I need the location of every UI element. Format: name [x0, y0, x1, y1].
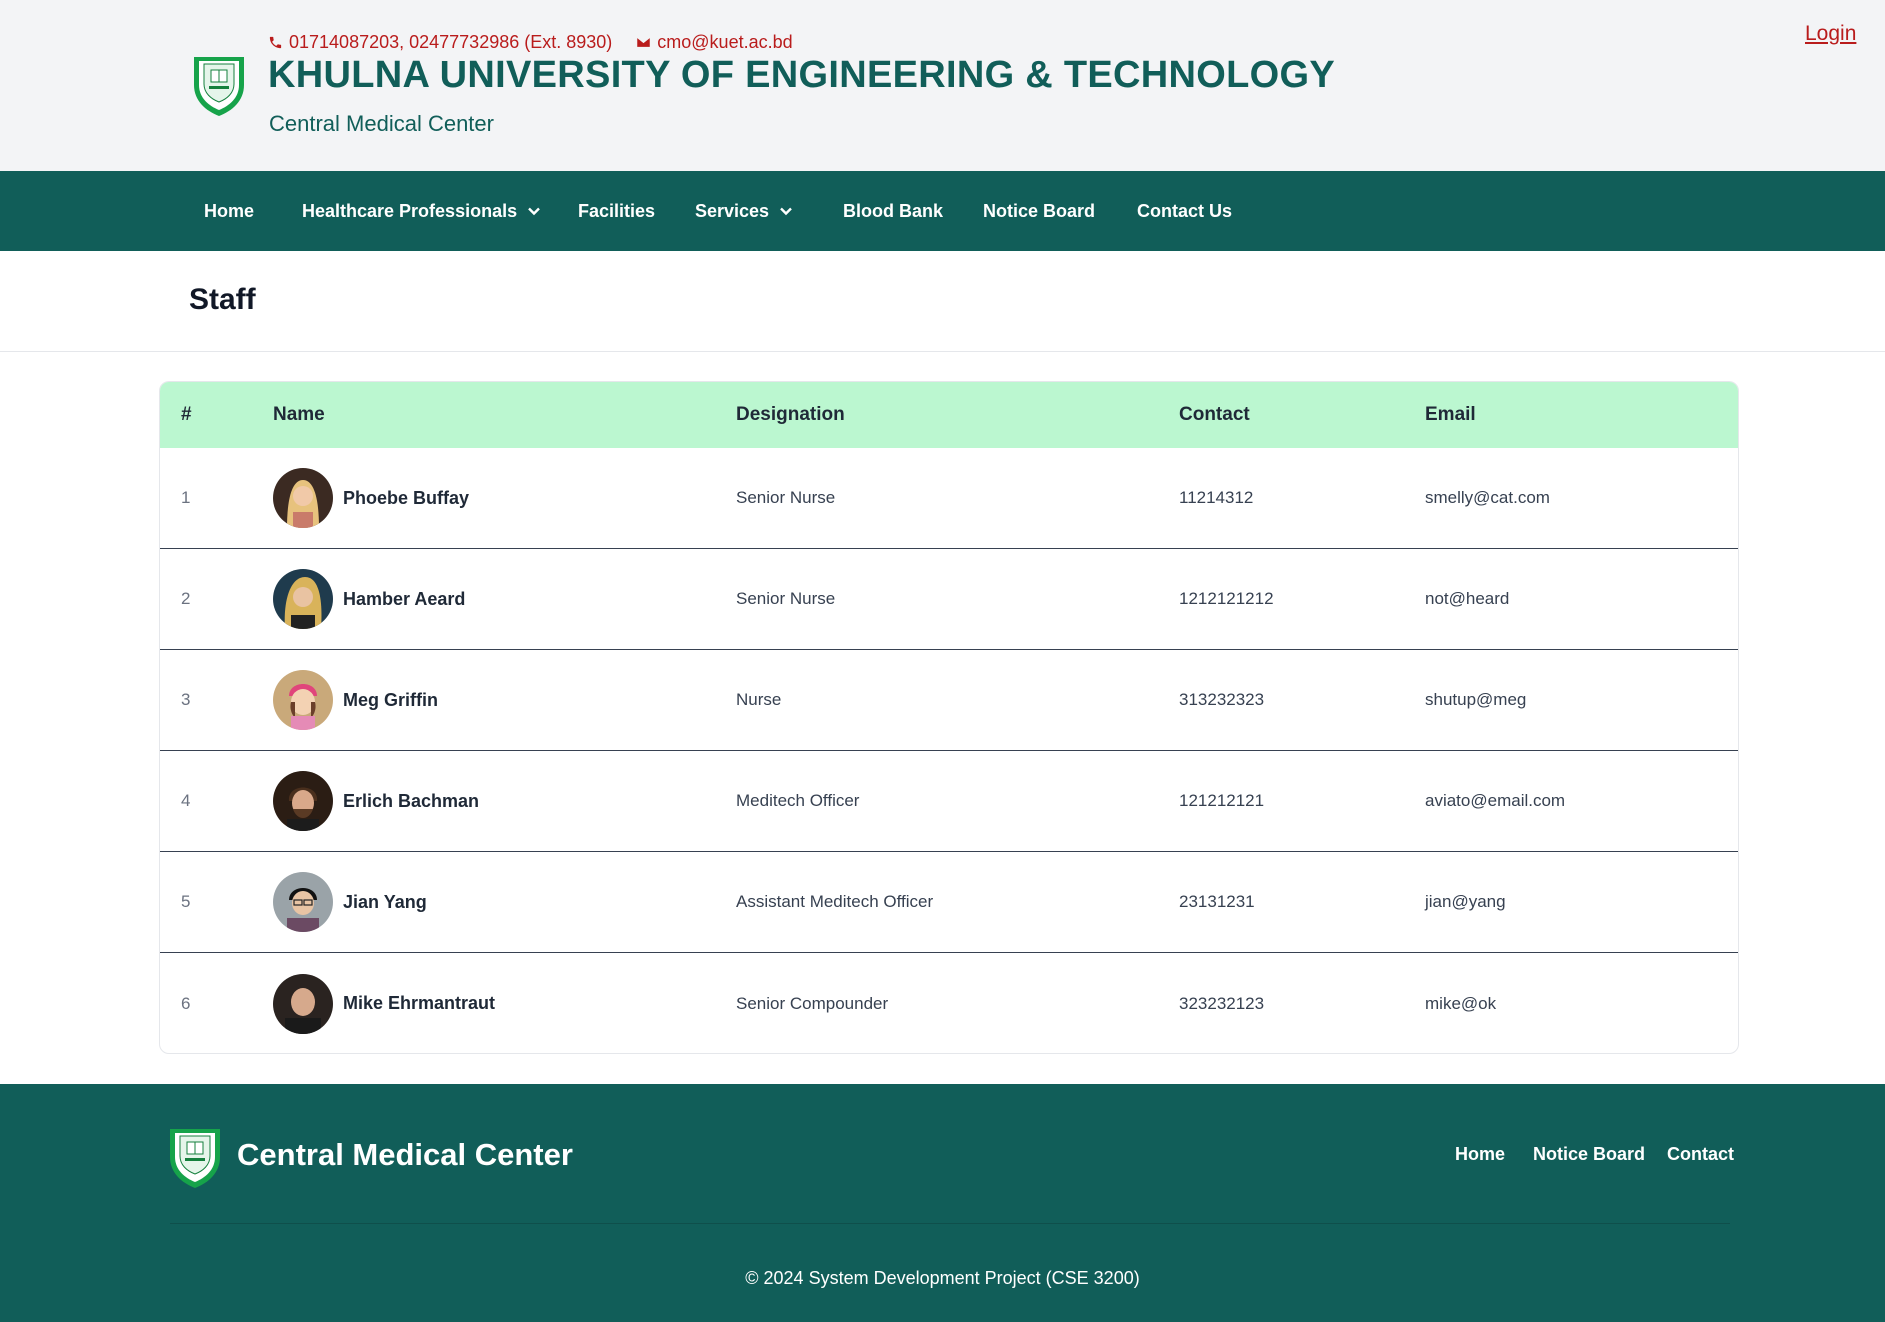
contact-cell: 121212121: [1179, 791, 1265, 810]
name-cell: Hamber Aeard: [273, 549, 465, 649]
column-header-name: Name: [273, 404, 325, 425]
avatar: [273, 468, 333, 528]
phone-text: 01714087203, 02477732986 (Ext. 8930): [289, 31, 613, 52]
name-cell: Mike Ehrmantraut: [273, 953, 496, 1053]
nav-blood-bank[interactable]: Blood Bank: [843, 171, 943, 251]
login-link[interactable]: Login: [1805, 22, 1856, 46]
site-subtitle: Central Medical Center: [269, 111, 494, 136]
row-number: 3: [181, 690, 191, 709]
nav-services-label: Services: [695, 200, 770, 221]
staff-name: Erlich Bachman: [343, 790, 480, 811]
avatar: [273, 670, 333, 730]
column-header-designation: Designation: [736, 404, 845, 425]
nav-healthcare-professionals[interactable]: Healthcare Professionals: [302, 171, 541, 251]
nav-home-label: Home: [204, 200, 255, 221]
site-header: 01714087203, 02477732986 (Ext. 8930) cmo…: [0, 0, 1885, 171]
nav-notice-board[interactable]: Notice Board: [983, 171, 1095, 251]
staff-name: Mike Ehrmantraut: [343, 993, 496, 1013]
email-cell: mike@ok: [1425, 993, 1497, 1013]
designation-cell: Senior Nurse: [736, 589, 836, 608]
main-nav: Home Healthcare Professionals Facilities…: [0, 171, 1885, 251]
name-cell: Erlich Bachman: [273, 751, 479, 851]
row-number: 4: [181, 791, 191, 810]
university-title: KHULNA UNIVERSITY OF ENGINEERING & TECHN…: [268, 54, 1336, 96]
row-number: 6: [181, 993, 191, 1013]
table-row: 4 Erlich Bachman Meditech Officer 121212…: [160, 751, 1738, 852]
column-header-email: Email: [1425, 404, 1476, 425]
nav-healthcare-professionals-label: Healthcare Professionals: [302, 200, 518, 221]
contact-cell: 23131231: [1179, 892, 1255, 911]
designation-cell: Meditech Officer: [736, 791, 860, 810]
contact-info: 01714087203, 02477732986 (Ext. 8930) cmo…: [268, 30, 793, 54]
nav-facilities-label: Facilities: [578, 200, 656, 221]
chevron-down-icon: [528, 207, 540, 216]
row-number: 1: [181, 488, 191, 507]
table-row: 1 Phoebe Buffay Senior Nurse 11214312 sm…: [160, 448, 1738, 549]
staff-name: Jian Yang: [343, 891, 427, 912]
email-cell: shutup@meg: [1425, 690, 1527, 709]
designation-cell: Senior Nurse: [736, 488, 836, 507]
designation-cell: Assistant Meditech Officer: [736, 892, 934, 911]
contact-cell: 323232123: [1179, 993, 1265, 1013]
email-cell: smelly@cat.com: [1425, 488, 1550, 507]
envelope-icon: [637, 37, 651, 47]
email-cell: not@heard: [1425, 589, 1510, 608]
email-text: cmo@kuet.ac.bd: [657, 31, 793, 52]
staff-name: Hamber Aeard: [343, 588, 466, 609]
footer-link-home[interactable]: Home: [1455, 1144, 1505, 1165]
table-row: 5 Jian Yang Assistant Meditech Officer 2…: [160, 852, 1738, 953]
email-cell: aviato@email.com: [1425, 791, 1566, 810]
contact-cell: 1212121212: [1179, 589, 1274, 608]
avatar: [273, 569, 333, 629]
page-header: Staff: [0, 251, 1885, 352]
column-header-number: #: [181, 404, 192, 425]
footer-brand: Central Medical Center: [237, 1137, 573, 1172]
staff-name: Phoebe Buffay: [343, 487, 470, 508]
avatar: [273, 973, 333, 1034]
name-cell: Phoebe Buffay: [273, 448, 469, 548]
designation-cell: Senior Compounder: [736, 993, 889, 1013]
kuet-logo: [166, 1123, 224, 1189]
table-row: 3 Meg Griffin Nurse 313232323 shutup@meg: [160, 650, 1738, 751]
nav-facilities[interactable]: Facilities: [578, 171, 655, 251]
nav-contact-us[interactable]: Contact Us: [1137, 171, 1232, 251]
staff-table: # Name Designation Contact Email 1 Phoeb…: [159, 381, 1739, 1054]
name-cell: Meg Griffin: [273, 650, 438, 750]
kuet-logo: [190, 51, 248, 117]
table-row: 6 Mike Ehrmantraut Senior Compounder 323…: [160, 953, 1738, 1053]
name-cell: Jian Yang: [273, 852, 427, 952]
avatar: [273, 872, 333, 932]
email-cell: jian@yang: [1425, 892, 1506, 911]
chevron-down-icon: [780, 207, 792, 216]
footer-link-contact[interactable]: Contact: [1667, 1144, 1734, 1165]
table-row: 2 Hamber Aeard Senior Nurse 1212121212 n…: [160, 549, 1738, 650]
site-footer: Central Medical Center Home Notice Board…: [0, 1084, 1885, 1322]
nav-services[interactable]: Services: [695, 171, 793, 251]
nav-contact-us-label: Contact Us: [1137, 200, 1233, 221]
row-number: 5: [181, 892, 191, 911]
nav-blood-bank-label: Blood Bank: [843, 200, 944, 221]
nav-notice-board-label: Notice Board: [983, 200, 1096, 221]
phone-info: 01714087203, 02477732986 (Ext. 8930): [268, 32, 612, 53]
avatar: [273, 771, 333, 831]
footer-divider: [170, 1223, 1730, 1224]
page-title: Staff: [189, 283, 256, 316]
column-header-contact: Contact: [1179, 404, 1250, 425]
table-header: # Name Designation Contact Email: [160, 382, 1738, 448]
copyright: © 2024 System Development Project (CSE 3…: [745, 1268, 1140, 1288]
row-number: 2: [181, 589, 191, 608]
staff-name: Meg Griffin: [343, 689, 438, 710]
email-info: cmo@kuet.ac.bd: [636, 31, 793, 53]
contact-cell: 313232323: [1179, 690, 1265, 709]
footer-link-notice-board[interactable]: Notice Board: [1533, 1144, 1645, 1165]
phone-icon: [269, 36, 282, 48]
contact-cell: 11214312: [1179, 488, 1254, 507]
designation-cell: Nurse: [736, 690, 782, 709]
nav-home[interactable]: Home: [204, 171, 254, 251]
